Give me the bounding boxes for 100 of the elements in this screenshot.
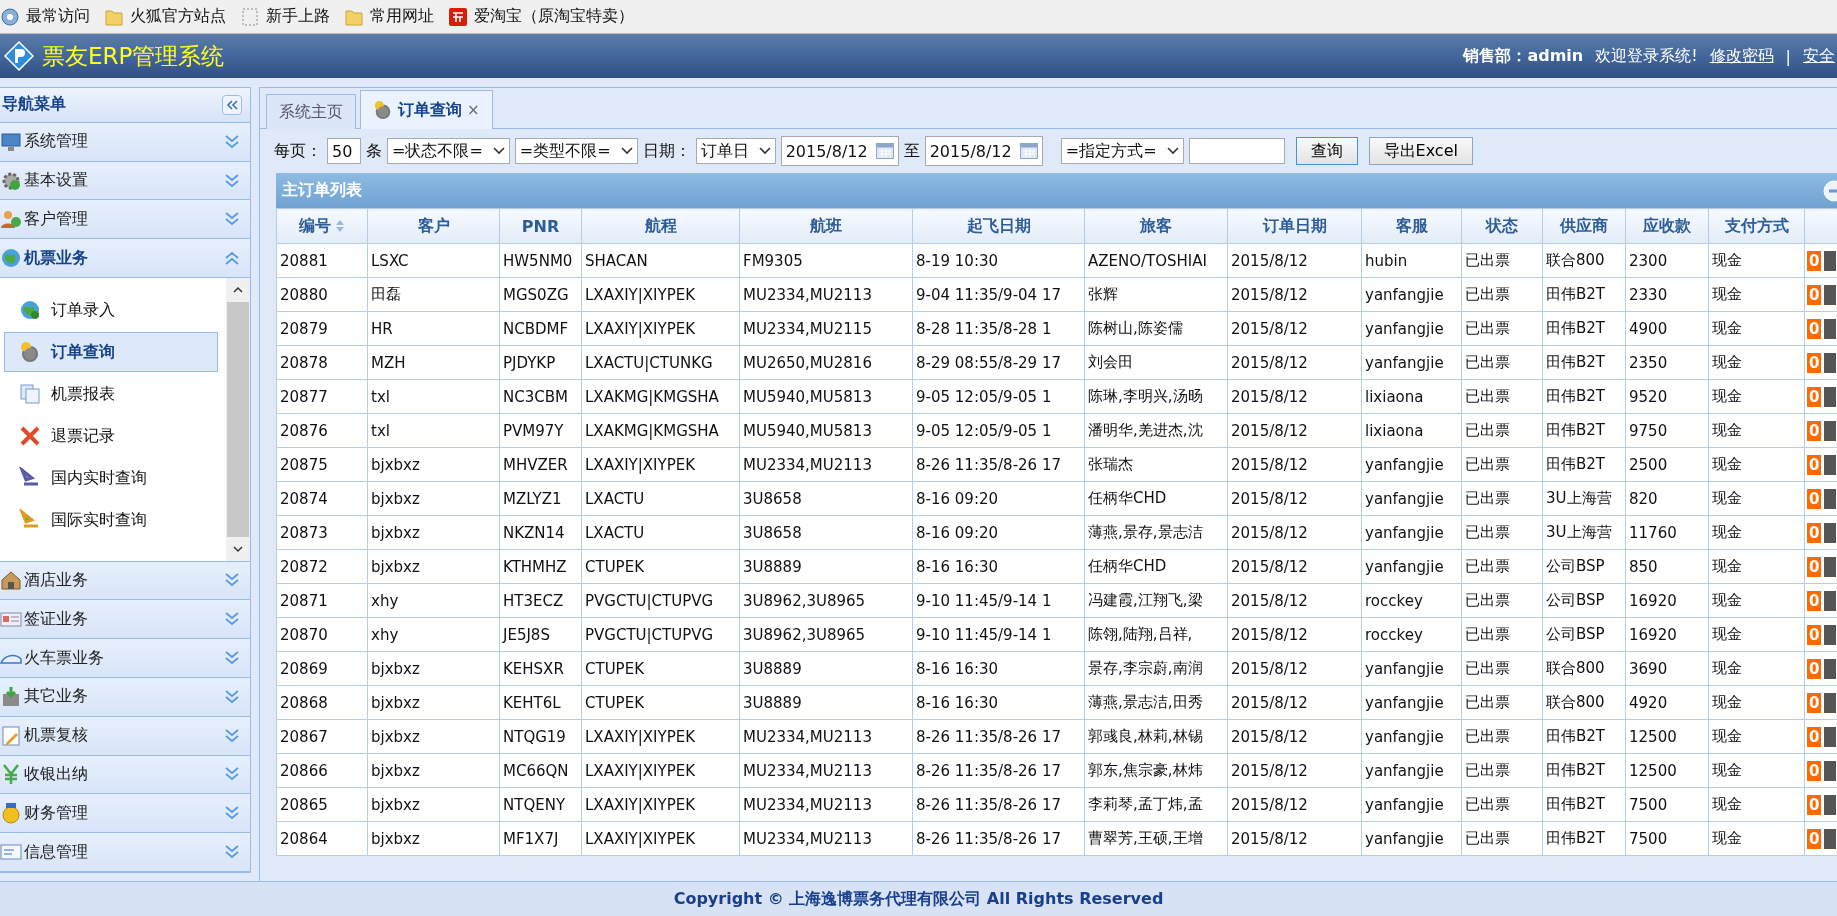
column-header[interactable]: 起飞日期 — [912, 208, 1085, 244]
table-cell: 3U上海营 — [1542, 481, 1626, 516]
input-field[interactable] — [1188, 138, 1285, 164]
column-header[interactable]: 订单日期 — [1227, 208, 1362, 244]
search-button[interactable]: 查询 — [1295, 137, 1358, 165]
collapse-icon[interactable] — [222, 94, 242, 115]
table-cell: 已出票 — [1461, 345, 1543, 380]
table-cell: 薄燕,景存,景志洁 — [1084, 515, 1228, 550]
bookmark-link[interactable]: 常用网址 — [344, 6, 434, 27]
column-header[interactable]: 支付方式 — [1708, 208, 1805, 244]
action-badge[interactable] — [1824, 420, 1837, 441]
caret-icon — [620, 146, 633, 156]
menu-item[interactable]: 订单录入 — [4, 290, 218, 330]
action-badge[interactable] — [1824, 386, 1837, 407]
bookmark-link[interactable]: 爱淘宝（原淘宝特卖） — [448, 6, 634, 27]
column-header[interactable]: 航程 — [581, 208, 740, 244]
action-badge[interactable] — [1824, 726, 1837, 747]
per-page-field[interactable]: 50 — [327, 138, 361, 164]
dropdown[interactable]: =类型不限= — [514, 138, 638, 164]
table-cell: 2015/8/12 — [1227, 345, 1362, 380]
bookmark-link[interactable]: 新手上路 — [240, 6, 330, 27]
table-cell: LXAXIY|XIYPEK — [581, 753, 740, 788]
menu-section[interactable]: 酒店业务 — [0, 561, 250, 601]
column-header[interactable]: 供应商 — [1542, 208, 1626, 244]
menu-section[interactable]: 收银出纳 — [0, 755, 250, 795]
action-badge[interactable] — [1824, 556, 1837, 577]
item-icon — [19, 467, 41, 489]
action-badge[interactable] — [1824, 522, 1837, 543]
action-badge[interactable] — [1824, 250, 1837, 271]
table-cell: 9-10 11:45/9-14 1 — [912, 583, 1085, 618]
scrollbar[interactable] — [226, 278, 250, 561]
table-cell: LXAXIY|XIYPEK — [581, 821, 740, 856]
menu-section[interactable]: 火车票业务 — [0, 639, 250, 678]
table-cell: FM9305 — [739, 243, 913, 278]
menu-section[interactable]: 机票业务 — [0, 239, 250, 278]
column-header[interactable]: 航班 — [739, 208, 913, 244]
dropdown[interactable]: =状态不限= — [387, 138, 510, 164]
tab[interactable]: 系统主页 — [266, 94, 356, 129]
export-button[interactable]: 导出Excel — [1368, 137, 1473, 165]
column-header[interactable]: 应收款 — [1625, 208, 1709, 244]
menu-section[interactable]: 信息管理 — [0, 833, 250, 872]
table-cell: 2015/8/12 — [1227, 787, 1362, 822]
header-link[interactable]: 修改密码 — [1709, 45, 1774, 67]
table-cell: 3690 — [1625, 651, 1709, 686]
tab[interactable]: 订单查询 × — [360, 90, 493, 129]
menu-item[interactable]: 国内实时查询 — [4, 458, 218, 498]
caret-icon — [492, 146, 505, 156]
dropdown[interactable]: =指定方式= — [1060, 138, 1184, 164]
table-cell: 公司BSP — [1542, 583, 1626, 618]
column-header[interactable]: 旅客 — [1084, 208, 1228, 244]
action-badge[interactable] — [1824, 488, 1837, 509]
menu-item[interactable]: 订单查询 — [4, 332, 218, 372]
dropdown[interactable]: 订单日 — [695, 138, 776, 164]
action-badge[interactable] — [1824, 352, 1837, 373]
table-cell: 12500 — [1625, 753, 1709, 788]
table-cell: CTUPEK — [581, 685, 740, 720]
table-cell: 田伟B2T — [1542, 345, 1626, 380]
header-link[interactable]: 安全 — [1803, 45, 1835, 67]
action-badge[interactable] — [1824, 284, 1837, 305]
table-cell: MU2334,MU2113 — [739, 753, 913, 788]
menu-item[interactable]: 机票报表 — [4, 374, 218, 414]
item-icon — [19, 341, 41, 363]
column-header[interactable]: 客服 — [1361, 208, 1462, 244]
action-badge[interactable] — [1824, 590, 1837, 611]
close-button[interactable]: × — [467, 101, 480, 119]
table-cell: 3U8962,3U8965 — [739, 583, 913, 618]
menu-section[interactable]: 签证业务 — [0, 600, 250, 640]
table-cell: rocckey — [1361, 617, 1462, 652]
menu-section[interactable]: 客户管理 — [0, 200, 250, 240]
table-cell: 2015/8/12 — [1227, 481, 1362, 516]
table-cell: 已出票 — [1461, 583, 1543, 618]
menu-section[interactable]: 机票复核 — [0, 716, 250, 756]
copyright-text: Copyright © 上海逸博票务代理有限公司 All Rights Reserved — [673, 888, 1164, 910]
action-badge[interactable] — [1824, 760, 1837, 781]
menu-section[interactable]: 财务管理 — [0, 794, 250, 834]
menu-section[interactable]: 其它业务 — [0, 677, 250, 717]
bookmark-link[interactable]: 火狐官方站点 — [104, 6, 226, 27]
action-badge[interactable] — [1824, 692, 1837, 713]
table-cell: 现金 — [1708, 345, 1805, 380]
column-header[interactable]: 客户 — [367, 208, 500, 244]
action-badge[interactable] — [1824, 454, 1837, 475]
menu-section[interactable]: 基本设置 — [0, 161, 250, 201]
menu-item[interactable]: 国际实时查询 — [4, 500, 218, 540]
column-header[interactable]: 编号 — [276, 208, 368, 244]
action-badge[interactable] — [1824, 794, 1837, 815]
table-cell: 联合800 — [1542, 685, 1626, 720]
column-header[interactable]: 状态 — [1461, 208, 1543, 244]
bookmark-link[interactable]: 最常访问 — [0, 6, 90, 27]
date-field[interactable]: 2015/8/12 — [924, 136, 1043, 166]
date-field[interactable]: 2015/8/12 — [780, 136, 899, 166]
table-cell: 8-16 09:20 — [912, 515, 1085, 550]
action-badge[interactable] — [1824, 624, 1837, 645]
menu-item[interactable]: 退票记录 — [4, 416, 218, 456]
action-badge[interactable] — [1824, 828, 1837, 849]
sidebar-title: 导航菜单 — [2, 94, 66, 116]
column-header[interactable]: PNR — [499, 208, 582, 244]
menu-section[interactable]: 系统管理 — [0, 122, 250, 162]
table-cell: 8-26 11:35/8-26 17 — [912, 821, 1085, 856]
action-badge[interactable] — [1824, 658, 1837, 679]
action-badge[interactable] — [1824, 318, 1837, 339]
